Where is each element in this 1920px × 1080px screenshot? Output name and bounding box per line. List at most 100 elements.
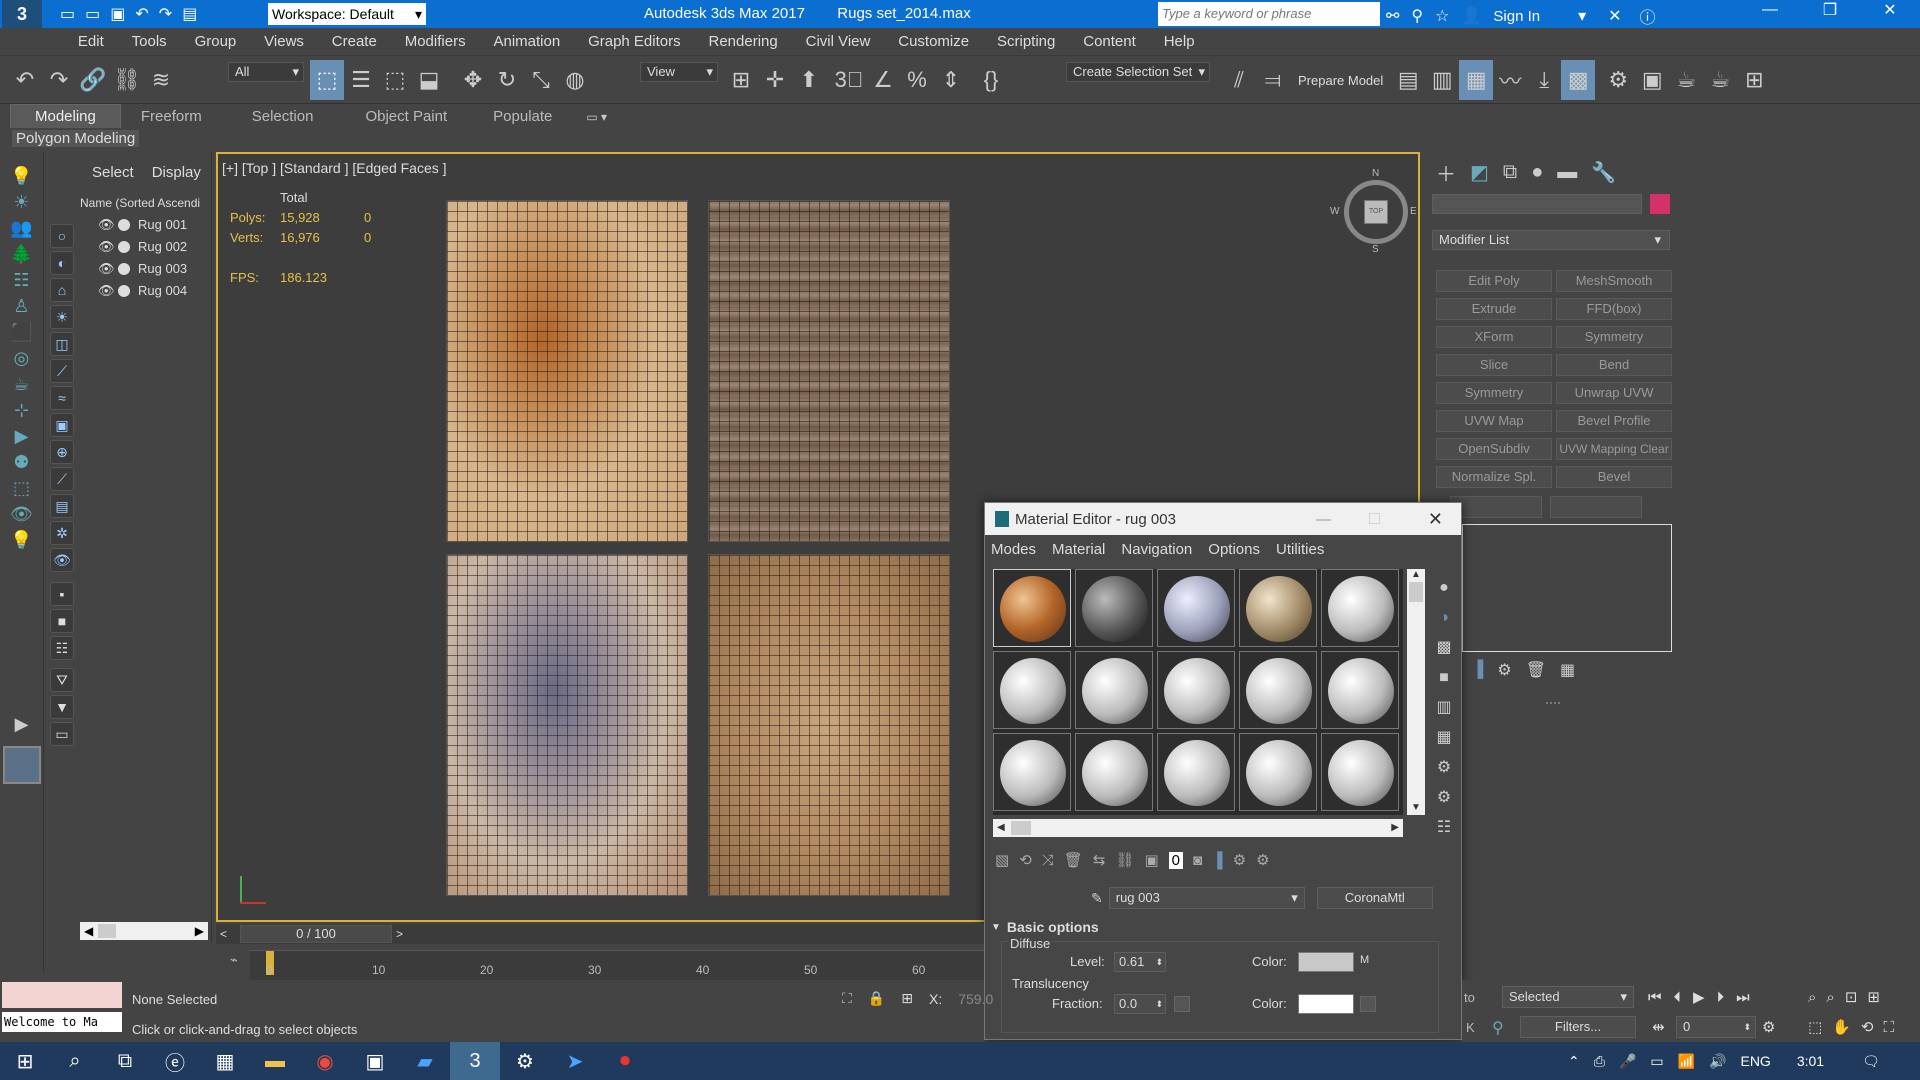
key-mode-icon[interactable]: ⚲ bbox=[1492, 1018, 1504, 1038]
sample-type-icon[interactable]: ● bbox=[1431, 573, 1457, 603]
eyedropper-icon[interactable]: ✎ bbox=[1091, 890, 1103, 907]
windows-start-icon[interactable]: ⊞ bbox=[0, 1042, 50, 1080]
ribbon-options-icon[interactable]: ▭ ▾ bbox=[586, 110, 607, 124]
open-file-icon[interactable]: ▭ bbox=[85, 4, 100, 24]
scene-explorer-icon[interactable]: ▤ bbox=[1391, 60, 1425, 100]
tab-modeling[interactable]: Modeling bbox=[10, 104, 121, 130]
motion-tab-icon[interactable]: ● bbox=[1531, 161, 1543, 184]
language-indicator[interactable]: ENG bbox=[1740, 1053, 1770, 1069]
menu-material[interactable]: Material bbox=[1052, 541, 1105, 558]
video-color-check-icon[interactable]: ▥ bbox=[1431, 693, 1457, 723]
go-to-parent-icon[interactable]: ⚙ bbox=[1233, 851, 1246, 869]
rug-002-mesh[interactable] bbox=[708, 200, 950, 542]
modifier-button[interactable]: UVW Map bbox=[1436, 410, 1552, 432]
background-icon[interactable]: ▩ bbox=[1431, 633, 1457, 663]
minimize-button[interactable]: — bbox=[1740, 1, 1800, 19]
viewcube[interactable]: TOP N S E W bbox=[1330, 168, 1417, 255]
square-icon[interactable]: ■ bbox=[50, 609, 74, 633]
translucency-color-swatch[interactable] bbox=[1298, 994, 1354, 1014]
select-object-icon[interactable]: ⬚ bbox=[310, 60, 344, 100]
remove-modifier-icon[interactable]: 🗑 bbox=[1526, 660, 1546, 680]
chevron-down-icon[interactable]: ▾ bbox=[1578, 6, 1586, 26]
close-button[interactable]: ✕ bbox=[1428, 509, 1443, 530]
material-slot[interactable] bbox=[1075, 651, 1153, 729]
snaps-toggle-icon[interactable]: 3⃣ bbox=[832, 60, 866, 100]
display-xrefs-icon[interactable]: ⊕ bbox=[50, 440, 74, 464]
display-helpers-icon[interactable]: ⟋ bbox=[50, 359, 74, 383]
filter-icon[interactable]: ⛛ bbox=[50, 668, 74, 692]
task-view-icon[interactable]: ⧉ bbox=[100, 1042, 150, 1080]
tab-selection[interactable]: Selection bbox=[222, 105, 344, 129]
show-shaded-icon[interactable]: ◙ bbox=[1193, 852, 1202, 869]
material-slot[interactable] bbox=[1321, 733, 1399, 811]
group-icon[interactable]: ⚉ bbox=[8, 450, 36, 474]
goto-end-icon[interactable]: ⏭ bbox=[1736, 989, 1750, 1006]
isolate-selection-icon[interactable]: ⛶ bbox=[842, 990, 852, 1007]
selection-filter-dropdown[interactable]: All ▾ bbox=[228, 62, 304, 82]
material-slot[interactable] bbox=[993, 733, 1071, 811]
app-icon[interactable]: ▰ bbox=[400, 1042, 450, 1080]
toggle-ribbon-icon[interactable]: ▦ bbox=[1459, 60, 1494, 100]
next-key-icon[interactable]: ⏵ bbox=[1717, 989, 1725, 1006]
material-slot[interactable] bbox=[1075, 569, 1153, 647]
modifier-button-empty[interactable] bbox=[1450, 496, 1542, 518]
zoom-icon[interactable]: ⌕ bbox=[1808, 989, 1816, 1006]
backlight-icon[interactable]: ◑ bbox=[1431, 603, 1457, 633]
time-slider[interactable]: < 0 / 100 > bbox=[216, 924, 984, 944]
material-slot[interactable] bbox=[1075, 733, 1153, 811]
tab-object-paint[interactable]: Object Paint bbox=[343, 105, 469, 129]
redo-icon[interactable]: ↷ bbox=[42, 60, 76, 100]
display-lights-icon[interactable]: ☀ bbox=[50, 305, 74, 329]
menu-create[interactable]: Create bbox=[320, 28, 389, 56]
menu-edit[interactable]: Edit bbox=[66, 28, 116, 56]
angle-snap-icon[interactable]: ∠ bbox=[866, 60, 900, 100]
eye-icon[interactable]: 👁 bbox=[98, 258, 115, 280]
slots-hscrollbar[interactable]: ◀ ▶ bbox=[993, 819, 1403, 837]
explorer-column-header[interactable]: Name (Sorted Ascendi bbox=[80, 192, 211, 214]
pan-icon[interactable]: ✋ bbox=[1832, 1018, 1851, 1036]
menu-modifiers[interactable]: Modifiers bbox=[393, 28, 478, 56]
list-view-icon[interactable]: ☷ bbox=[50, 636, 74, 660]
rollout-title[interactable]: Basic options bbox=[1007, 919, 1099, 935]
undo-icon[interactable]: ↶ bbox=[135, 4, 148, 24]
explorer-row[interactable]: 👁 Rug 003 bbox=[80, 258, 211, 280]
search-icon[interactable]: ⌕ bbox=[50, 1042, 100, 1080]
select-by-material-icon[interactable]: ⚙ bbox=[1431, 783, 1457, 813]
battery-icon[interactable]: ▭ bbox=[1650, 1053, 1663, 1070]
object-name-field[interactable] bbox=[1432, 194, 1642, 214]
menu-navigation[interactable]: Navigation bbox=[1121, 541, 1192, 558]
modifier-stack[interactable] bbox=[1462, 524, 1672, 652]
show-end-result-icon[interactable]: ▐ bbox=[1212, 852, 1223, 869]
absolute-mode-icon[interactable]: ⊞ bbox=[901, 990, 913, 1007]
chrome-icon[interactable]: ◉ bbox=[300, 1042, 350, 1080]
uv-tiling-icon[interactable]: ■ bbox=[1431, 663, 1457, 693]
modifier-button[interactable]: FFD(box) bbox=[1556, 298, 1672, 320]
eye-icon[interactable]: 👁 bbox=[98, 280, 115, 302]
explorer-row[interactable]: 👁 Rug 001 bbox=[80, 214, 211, 236]
maxscript-listener-pink[interactable] bbox=[2, 982, 122, 1008]
volume-icon[interactable]: 🔊 bbox=[1709, 1053, 1726, 1070]
configure-modifier-sets-icon[interactable]: ▦ bbox=[1560, 660, 1575, 680]
display-none-icon[interactable]: ○ bbox=[50, 224, 74, 248]
eye-icon[interactable]: 👁 bbox=[98, 236, 115, 258]
move-icon[interactable]: ✥ bbox=[456, 60, 490, 100]
orbit-icon[interactable]: ⟲ bbox=[1861, 1018, 1874, 1036]
3ds-max-taskbar-icon[interactable]: 3 bbox=[450, 1042, 500, 1080]
go-forward-sibling-icon[interactable]: ⚙ bbox=[1256, 851, 1269, 869]
ring-icon[interactable]: ◎ bbox=[8, 346, 36, 370]
scroll-right-icon[interactable]: ▶ bbox=[195, 922, 204, 940]
time-slider-thumb[interactable]: 0 / 100 bbox=[240, 925, 392, 943]
modifier-button[interactable]: Bevel bbox=[1556, 466, 1672, 488]
close-button[interactable]: ✕ bbox=[1860, 0, 1920, 20]
explorer-tab-display[interactable]: Display bbox=[152, 164, 201, 181]
zoom-extents-all-icon[interactable]: ⊞ bbox=[1867, 988, 1880, 1006]
scroll-left-icon[interactable]: ◀ bbox=[84, 922, 93, 940]
selection-set-dropdown[interactable]: Create Selection Set ▾ bbox=[1066, 62, 1210, 82]
scroll-thumb[interactable] bbox=[98, 924, 116, 938]
show-hidden-icons-icon[interactable]: ⌃ bbox=[1568, 1053, 1580, 1070]
current-frame-spinner[interactable]: 0 ⬍ bbox=[1676, 1016, 1756, 1038]
manipulate-icon[interactable]: ✛ bbox=[758, 60, 792, 100]
modifier-button[interactable]: Bend bbox=[1556, 354, 1672, 376]
app-logo[interactable]: 3 bbox=[2, 0, 42, 28]
modifier-button-empty[interactable] bbox=[1550, 496, 1642, 518]
